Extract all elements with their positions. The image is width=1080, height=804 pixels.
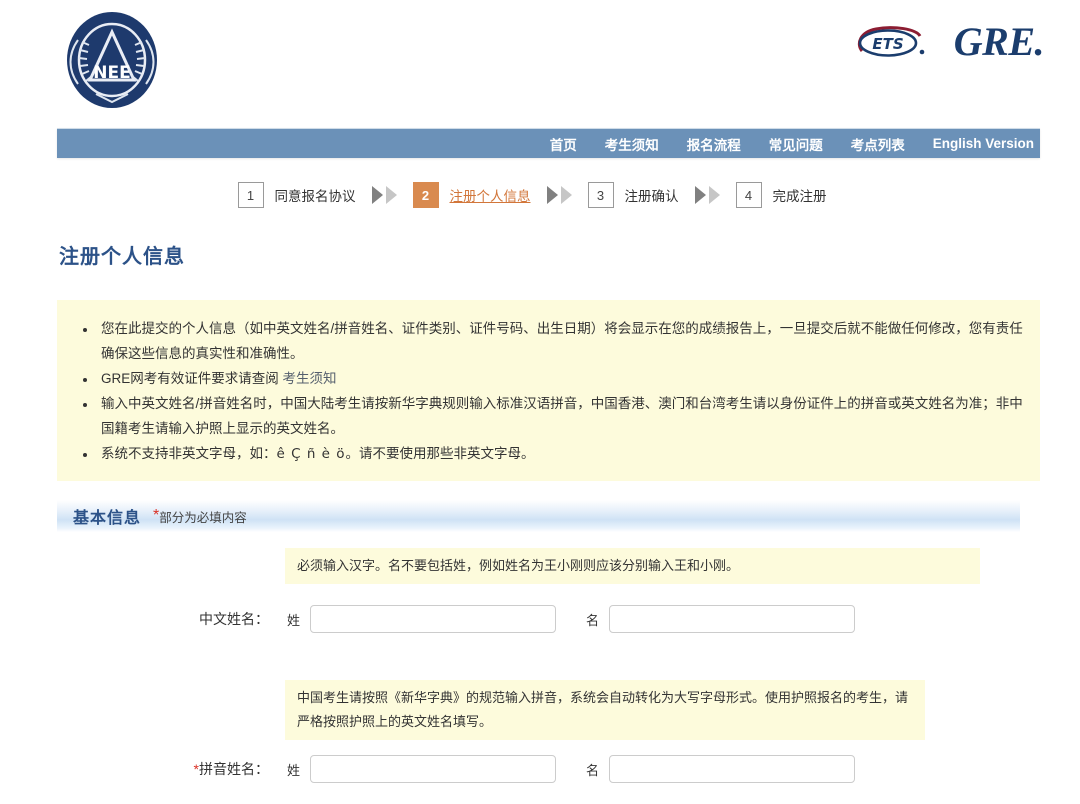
pinyin-surname-input[interactable] xyxy=(310,755,557,783)
pinyin-name-label-text: 拼音姓名： xyxy=(199,761,269,777)
hint-pinyin-name: 中国考生请按照《新华字典》的规范输入拼音，系统会自动转化为大写字母形式。使用护照… xyxy=(285,680,925,740)
pinyin-surname-label: 姓 xyxy=(287,762,301,778)
step-label-3: 注册确认 xyxy=(624,189,679,204)
chinese-name-label: 中文姓名： xyxy=(199,611,269,627)
registration-step-indicator: 1 同意报名协议 2 注册个人信息 3 注册确认 4 完成注册 xyxy=(0,182,1080,208)
step-arrow-1 xyxy=(371,186,397,204)
pinyin-given-label: 名 xyxy=(586,762,600,778)
hint-chinese-name: 必须输入汉字。名不要包括姓，例如姓名为王小刚则应该分别输入王和小刚。 xyxy=(285,548,980,584)
chevron-right-icon xyxy=(385,186,397,204)
main-navigation: 首页 考生须知 报名流程 常见问题 考点列表 English Version xyxy=(57,128,1040,158)
pinyin-name-label: *拼音姓名： xyxy=(57,759,287,779)
step-number-1: 1 xyxy=(237,182,264,208)
step-arrow-2 xyxy=(546,186,572,204)
registration-page: NEE ETS GRE. 首页 考生须知 报名流程 常见问题 考点列表 Engl… xyxy=(0,0,1080,804)
step-number-2: 2 xyxy=(412,182,439,208)
notice-bullet-1: 您在此提交的个人信息（如中英文姓名/拼音姓名、证件类别、证件号码、出生日期）将会… xyxy=(97,316,1030,366)
nav-item-english-version[interactable]: English Version xyxy=(919,136,1040,151)
notice-bullet-3: 输入中英文姓名/拼音姓名时，中国大陆考生请按新华字典规则输入标准汉语拼音，中国香… xyxy=(97,391,1030,441)
section-title: 基本信息 xyxy=(73,510,142,527)
step-arrow-3 xyxy=(694,186,720,204)
notice-bullet-4: 系统不支持非英文字母，如：ê Ç ñ è ö。请不要使用那些非英文字母。 xyxy=(97,441,1030,467)
step-label-4: 完成注册 xyxy=(772,189,827,204)
chinese-given-name-input[interactable] xyxy=(609,605,856,633)
notice-bullet-4-prefix: 系统不支持非英文字母，如： xyxy=(101,446,277,461)
chevron-right-icon xyxy=(546,186,558,204)
site-header: NEE ETS GRE. xyxy=(0,0,1080,128)
nav-item-home[interactable]: 首页 xyxy=(536,134,591,154)
chevron-right-icon xyxy=(560,186,572,204)
neea-logo: NEE xyxy=(58,6,166,114)
pinyin-given-name-input[interactable] xyxy=(609,755,856,783)
nav-item-process[interactable]: 报名流程 xyxy=(673,134,755,154)
chevron-right-icon xyxy=(371,186,383,204)
svg-text:NEE: NEE xyxy=(93,63,130,83)
page-title: 注册个人信息 xyxy=(59,246,185,268)
notice-link-candidate-guide[interactable]: 考生须知 xyxy=(283,371,337,386)
chinese-surname-label: 姓 xyxy=(287,612,301,628)
brand-logos: ETS GRE. xyxy=(854,19,1045,64)
gre-logo: GRE. xyxy=(953,19,1045,64)
step-number-4: 4 xyxy=(735,182,762,208)
step-number-3: 3 xyxy=(587,182,614,208)
chinese-surname-input[interactable] xyxy=(310,605,557,633)
required-note: 部分为必填内容 xyxy=(159,510,247,525)
nav-item-test-centers[interactable]: 考点列表 xyxy=(837,134,919,154)
notice-bullet-4-suffix: 。请不要使用那些非英文字母。 xyxy=(345,446,535,461)
form-row-pinyin-name: *拼音姓名： 姓 名 xyxy=(57,755,856,783)
ets-logo: ETS xyxy=(854,22,928,62)
chevron-right-icon xyxy=(708,186,720,204)
chevron-right-icon xyxy=(694,186,706,204)
step-label-1: 同意报名协议 xyxy=(274,189,356,204)
form-row-chinese-name: 中文姓名： 姓 名 xyxy=(57,605,856,633)
section-header-basic-info: 基本信息 * 部分为必填内容 xyxy=(57,500,1020,532)
step-label-2[interactable]: 注册个人信息 xyxy=(450,185,531,205)
nav-item-faq[interactable]: 常见问题 xyxy=(755,134,837,154)
notice-bullet-2-text: GRE网考有效证件要求请查阅 xyxy=(101,371,283,386)
notice-bullet-2: GRE网考有效证件要求请查阅 考生须知 xyxy=(97,366,1030,391)
notice-nonlatin-chars: ê Ç ñ è ö xyxy=(276,446,346,462)
svg-text:ETS: ETS xyxy=(872,35,903,53)
chinese-given-label: 名 xyxy=(586,612,600,628)
notice-box: 您在此提交的个人信息（如中英文姓名/拼音姓名、证件类别、证件号码、出生日期）将会… xyxy=(57,300,1040,481)
nav-item-notice[interactable]: 考生须知 xyxy=(591,134,673,154)
